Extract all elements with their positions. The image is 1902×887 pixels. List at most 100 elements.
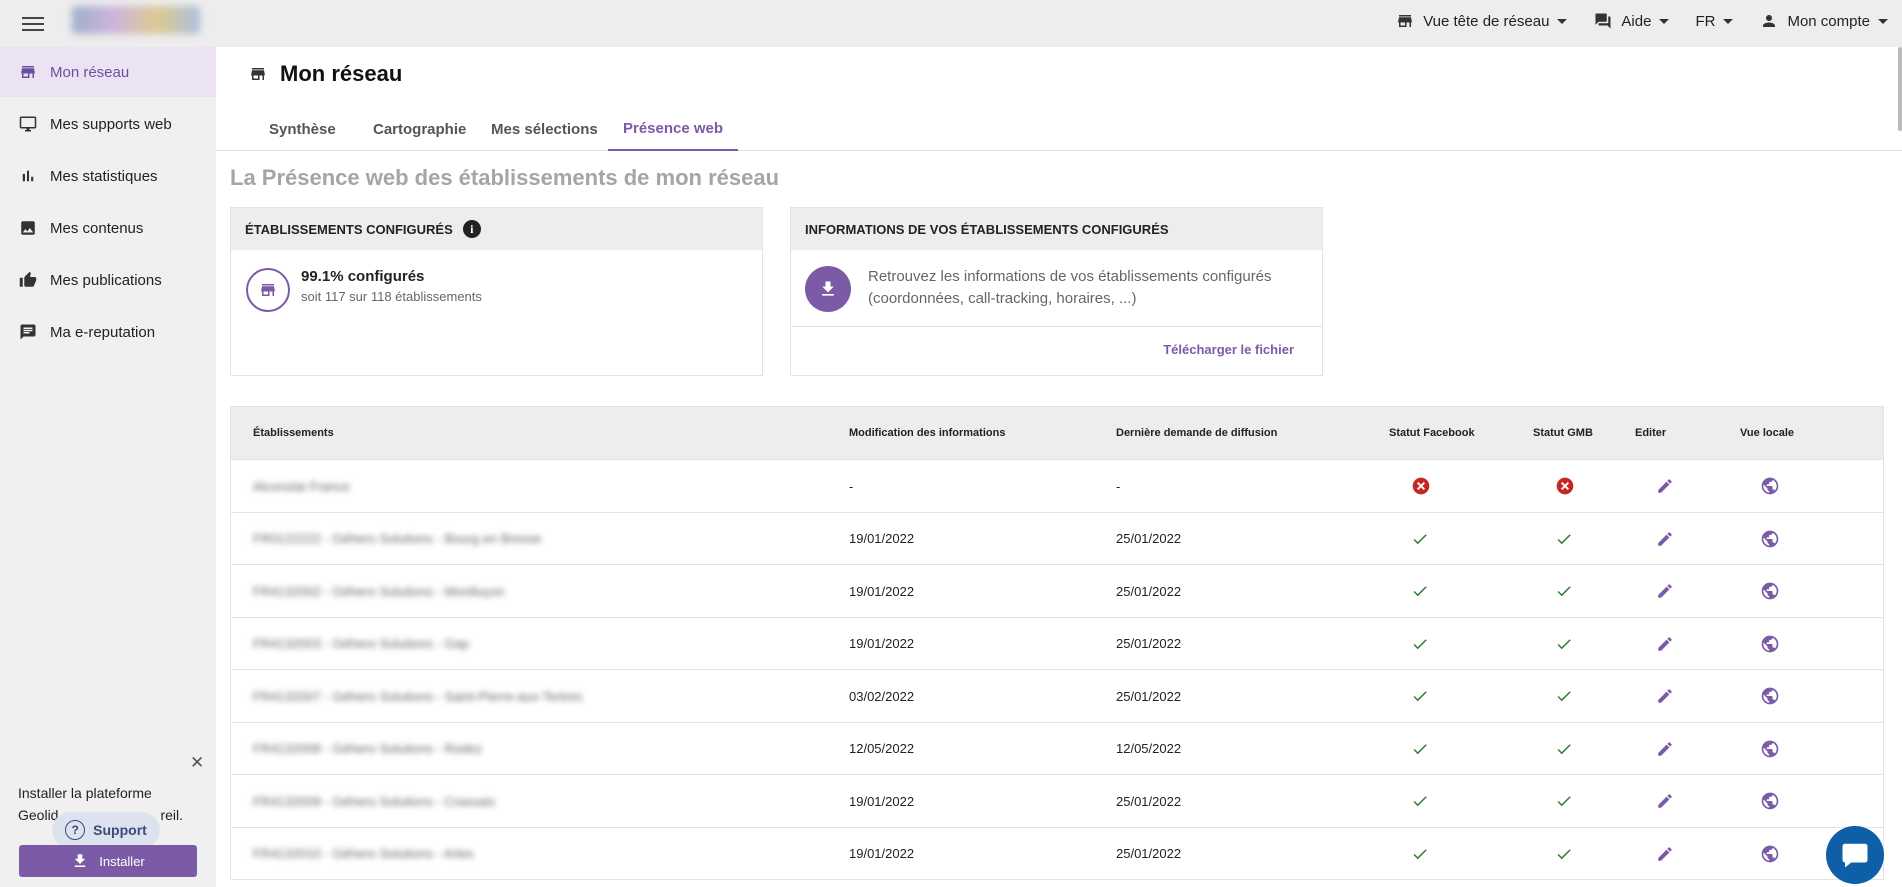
- establishment-name: FR4132002 - Géhero Solutions - Montluçon: [253, 583, 505, 599]
- tab-synthese[interactable]: Synthèse: [254, 107, 351, 151]
- diffusion-date: 25/01/2022: [1116, 531, 1182, 546]
- globe-icon[interactable]: [1760, 460, 1780, 512]
- store-icon: [246, 268, 290, 312]
- chevron-down-icon: [1659, 18, 1670, 24]
- establishments-table: Établissements Modification des informat…: [230, 406, 1884, 880]
- tab-presence-web[interactable]: Présence web: [608, 107, 739, 151]
- sidebar-item-label: Mon réseau: [50, 63, 130, 81]
- sidebar-item-label: Mes supports web: [50, 115, 172, 133]
- edit-icon[interactable]: [1656, 618, 1674, 670]
- sidebar-item-contenus[interactable]: Mes contenus: [0, 203, 216, 253]
- modified-date: 03/02/2022: [849, 688, 915, 704]
- install-label: Installer: [99, 853, 145, 869]
- page-header: Mon réseau: [248, 61, 402, 87]
- diffusion-date: 25/01/2022: [1116, 846, 1182, 861]
- main-content: Mon réseau Synthèse Cartographie Mes sél…: [216, 47, 1902, 887]
- help-menu[interactable]: Aide: [1593, 12, 1670, 30]
- check-icon: [1555, 618, 1573, 670]
- sidebar-item-supports-web[interactable]: Mes supports web: [0, 99, 216, 149]
- scrollbar[interactable]: [1898, 47, 1902, 131]
- store-icon: [18, 63, 38, 81]
- check-icon: [1555, 670, 1573, 722]
- tab-selections[interactable]: Mes sélections: [476, 107, 613, 151]
- configured-card-title: ÉTABLISSEMENTS CONFIGURÉS: [245, 221, 453, 237]
- column-header[interactable]: Dernière demande de diffusion: [1116, 407, 1277, 459]
- close-icon[interactable]: ✕: [190, 753, 204, 773]
- sidebar-item-e-reputation[interactable]: Ma e-reputation: [0, 307, 216, 357]
- column-header[interactable]: Statut GMB: [1533, 407, 1593, 459]
- comment-icon: [18, 323, 38, 341]
- bar-chart-icon: [18, 167, 38, 185]
- edit-icon[interactable]: [1656, 565, 1674, 617]
- modified-date: -: [849, 478, 854, 494]
- configured-card-header: ÉTABLISSEMENTS CONFIGURÉS i: [231, 208, 762, 250]
- download-icon: [805, 266, 851, 312]
- download-icon: [74, 854, 86, 867]
- globe-icon[interactable]: [1760, 513, 1780, 565]
- sidebar-item-label: Ma e-reputation: [50, 323, 156, 341]
- check-icon: [1411, 618, 1429, 670]
- info-icon[interactable]: i: [462, 220, 481, 238]
- edit-icon[interactable]: [1656, 460, 1674, 512]
- account-menu[interactable]: Mon compte: [1759, 12, 1888, 30]
- modified-date: 19/01/2022: [849, 636, 915, 651]
- network-view-menu[interactable]: Vue tête de réseau: [1395, 12, 1568, 30]
- configured-card: ÉTABLISSEMENTS CONFIGURÉS i 99.1% config…: [230, 207, 763, 376]
- modified-date: 19/01/2022: [849, 793, 915, 809]
- check-icon: [1411, 775, 1429, 827]
- table-row: FR4132010 - Géhero Solutions - Arles 19/0…: [231, 826, 1883, 880]
- menu-icon[interactable]: [22, 13, 44, 33]
- top-nav: Vue tête de réseau Aide FR Mon compte: [1369, 0, 1888, 42]
- establishment-name: FR4132003 - Géhero Solutions - Gap: [253, 636, 470, 651]
- establishment-name: Alconslat France: [253, 478, 350, 494]
- install-text-end: reil.: [160, 807, 184, 823]
- support-button[interactable]: ? Support: [52, 812, 160, 848]
- column-header[interactable]: Editer: [1635, 407, 1666, 459]
- column-header[interactable]: Établissements: [253, 407, 334, 459]
- chat-button[interactable]: [1826, 826, 1884, 884]
- check-icon: [1555, 723, 1573, 775]
- globe-icon[interactable]: [1760, 670, 1780, 722]
- logo: [72, 6, 200, 34]
- column-header[interactable]: Vue locale: [1740, 407, 1794, 459]
- globe-icon[interactable]: [1760, 828, 1780, 880]
- language-menu[interactable]: FR: [1695, 13, 1734, 30]
- edit-icon[interactable]: [1656, 670, 1674, 722]
- configured-percent: 99.1% configurés: [301, 268, 425, 285]
- modified-date: 12/05/2022: [849, 741, 915, 756]
- tab-cartographie[interactable]: Cartographie: [358, 107, 481, 151]
- check-icon: [1411, 828, 1429, 880]
- edit-icon[interactable]: [1656, 723, 1674, 775]
- establishment-name: FR4132008 - Géhero Solutions - Rodez: [253, 741, 483, 756]
- table-body: Alconslat France - - FR0122222 - Géhero Sol…: [231, 459, 1883, 879]
- column-header[interactable]: Statut Facebook: [1389, 407, 1475, 459]
- chevron-down-icon: [1557, 18, 1568, 24]
- diffusion-date: -: [1116, 478, 1121, 494]
- establishment-name: FR4132007 - Géhero Solutions - Saint-Pie…: [253, 688, 583, 704]
- install-button[interactable]: Installer: [19, 845, 197, 877]
- table-row: Alconslat France - -: [231, 459, 1883, 512]
- download-file-link[interactable]: Télécharger le fichier: [1163, 342, 1294, 357]
- check-icon: [1555, 828, 1573, 880]
- check-icon: [1411, 670, 1429, 722]
- account-label: Mon compte: [1787, 12, 1870, 30]
- globe-icon[interactable]: [1760, 618, 1780, 670]
- edit-icon[interactable]: [1656, 513, 1674, 565]
- establishment-name: FR0122222 - Géhero Solutions - Bourg en …: [253, 531, 542, 546]
- support-label: Support: [93, 822, 147, 838]
- sidebar-item-publications[interactable]: Mes publications: [0, 255, 216, 305]
- column-header[interactable]: Modification des informations: [849, 407, 1005, 459]
- sidebar-item-mon-reseau[interactable]: Mon réseau: [0, 47, 216, 97]
- globe-icon[interactable]: [1760, 565, 1780, 617]
- globe-icon[interactable]: [1760, 723, 1780, 775]
- sidebar-item-statistiques[interactable]: Mes statistiques: [0, 151, 216, 201]
- table-row: FR4132003 - Géhero Solutions - Gap 19/01/…: [231, 616, 1883, 670]
- divider: [791, 326, 1322, 327]
- diffusion-date: 25/01/2022: [1116, 793, 1182, 809]
- help-label: Aide: [1621, 12, 1652, 30]
- info-card: INFORMATIONS DE VOS ÉTABLISSEMENTS CONFI…: [790, 207, 1323, 376]
- edit-icon[interactable]: [1656, 828, 1674, 880]
- diffusion-date: 25/01/2022: [1116, 688, 1182, 704]
- globe-icon[interactable]: [1760, 775, 1780, 827]
- edit-icon[interactable]: [1656, 775, 1674, 827]
